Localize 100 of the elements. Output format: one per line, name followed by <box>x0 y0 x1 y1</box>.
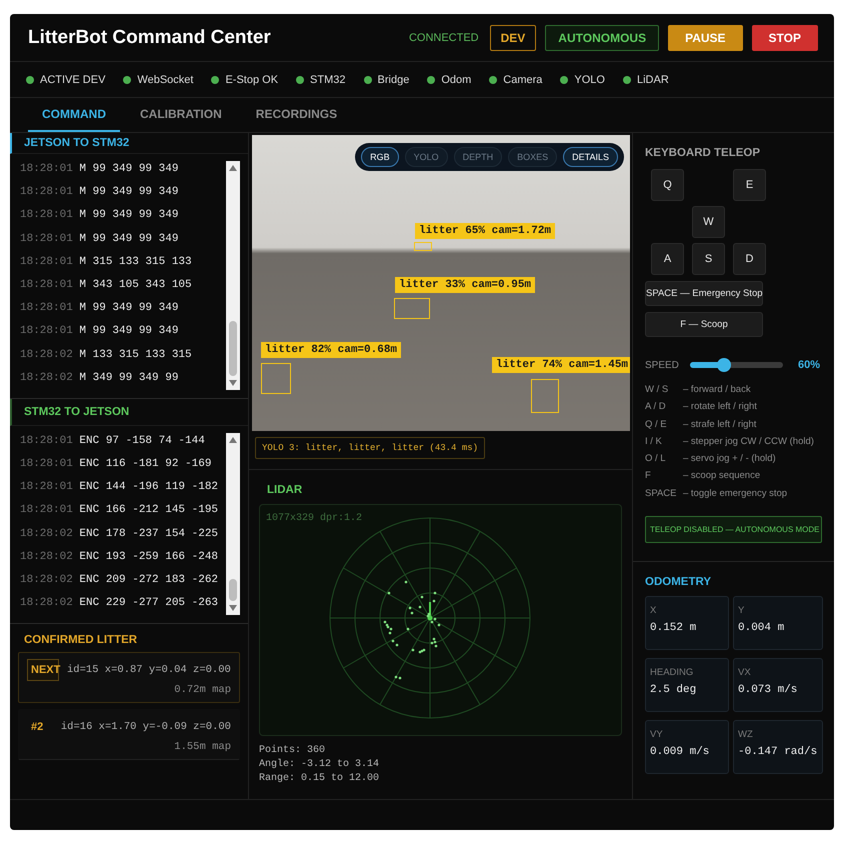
scrollbar[interactable] <box>226 161 240 390</box>
log-line: 18:28:02 M 133 315 133 315 <box>20 348 193 362</box>
litter-distance: 1.55m map <box>173 741 231 754</box>
mode-banner: TELEOP DISABLED — AUTONOMOUS MODE <box>645 516 822 544</box>
scrollbar[interactable] <box>226 432 240 616</box>
help-keys: F <box>645 467 683 485</box>
card-label: WZ <box>738 729 754 740</box>
card-label: VX <box>738 667 752 678</box>
help-keys: I / K <box>645 432 683 450</box>
key-button[interactable]: D <box>733 243 766 275</box>
view-mode-button[interactable]: YOLO <box>404 147 448 167</box>
help-action: – strafe left / right <box>683 418 756 432</box>
view-mode-button[interactable]: RGB <box>361 147 399 167</box>
section-title: CONFIRMED LITTER <box>23 633 138 648</box>
status-label: Odom <box>441 74 472 86</box>
status-label: STM32 <box>310 74 346 86</box>
slider-thumb[interactable] <box>717 358 732 372</box>
help-keys: A / D <box>645 398 683 416</box>
log-line: 18:28:02 M 349 99 349 99 <box>20 370 180 386</box>
log-line: 18:28:01 M 99 349 99 349 <box>20 162 180 177</box>
key-button[interactable]: W <box>692 206 725 238</box>
card-value: 0.073 m/s <box>738 684 798 696</box>
tab[interactable]: RECORDINGS <box>242 98 352 132</box>
key-button[interactable]: S <box>692 243 725 275</box>
section-title: LIDAR <box>266 483 304 498</box>
detection-box <box>394 298 430 319</box>
scrollbar-thumb[interactable] <box>229 579 237 602</box>
log-line: 18:28:01 M 99 349 99 349 <box>20 208 180 224</box>
card-value: 2.5 deg <box>650 684 698 696</box>
view-mode-button[interactable]: DETAILS <box>563 147 618 167</box>
view-mode-button[interactable]: DEPTH <box>454 147 502 167</box>
status-label: LiDAR <box>636 74 669 86</box>
log-line: 18:28:01 ENC 116 -181 92 -169 <box>20 457 212 472</box>
lidar-stat: Angle: -3.12 to 3.14 <box>259 758 380 772</box>
log-line: 18:28:01 M 343 105 343 105 <box>20 278 193 293</box>
detection-label: litter 65% cam=1.72m <box>415 223 556 239</box>
tab[interactable]: CALIBRATION <box>126 98 236 132</box>
header-button[interactable]: AUTONOMOUS <box>545 24 660 50</box>
view-mode-button[interactable]: BOXES <box>508 147 558 167</box>
log-line: 18:28:01 M 99 349 99 349 <box>20 301 180 316</box>
log-line: 18:28:01 ENC 144 -196 119 -182 <box>20 480 220 496</box>
help-keys: W / S <box>645 381 683 398</box>
litter-distance: 0.72m map <box>173 684 231 696</box>
help-keys: SPACE <box>645 484 683 502</box>
detection-box <box>531 379 559 413</box>
speed-value: 60% <box>798 359 820 371</box>
canvas-info: 1077x329 dpr:1.2 <box>266 513 362 524</box>
key-button[interactable]: F — Scoop <box>645 312 763 337</box>
log-line: 18:28:02 ENC 178 -237 154 -225 <box>20 526 220 542</box>
litter-coords: id=16 x=1.70 y=-0.09 z=0.00 <box>60 721 231 734</box>
key-button[interactable]: A <box>651 243 684 275</box>
help-action: – rotate left / right <box>683 400 757 414</box>
card-value: -0.147 rad/s <box>738 746 818 758</box>
card-label: HEADING <box>650 667 694 678</box>
app-title: LitterBot Command Center <box>28 26 271 48</box>
help-action: – toggle emergency stop <box>683 486 788 501</box>
key-button[interactable]: E <box>733 169 766 201</box>
tab[interactable]: COMMAND <box>28 98 120 132</box>
connection-status: CONNECTED <box>408 32 479 44</box>
log-line: 18:28:02 ENC 193 -259 166 -248 <box>20 550 220 565</box>
key-button[interactable]: Q <box>651 169 684 201</box>
detection-box <box>261 363 291 394</box>
section-title: JETSON TO STM32 <box>10 133 248 154</box>
status-label: Camera <box>503 74 542 86</box>
log-line: 18:28:02 ENC 209 -272 183 -262 <box>20 573 220 588</box>
litter-item[interactable]: #2 id=16 x=1.70 y=-0.09 z=0.00 1.55m map <box>18 709 240 760</box>
log-line: 18:28:01 M 99 349 99 349 <box>20 324 180 340</box>
card-value: 0.009 m/s <box>650 746 710 758</box>
scrollbar-thumb[interactable] <box>229 320 237 376</box>
section-title: STM32 TO JETSON <box>10 398 248 426</box>
help-action: – servo jog + / - (hold) <box>683 452 776 466</box>
log-line: 18:28:01 M 99 349 99 349 <box>20 232 180 247</box>
status-label: ACTIVE DEV <box>40 74 106 86</box>
help-action: – scoop sequence <box>683 469 760 484</box>
rank-badge: NEXT <box>27 659 59 682</box>
status-label: YOLO <box>574 74 605 86</box>
log-line: 18:28:01 M 315 133 315 133 <box>20 254 193 270</box>
lidar-stat: Range: 0.15 to 12.00 <box>259 772 380 786</box>
help-action: – stepper jog CW / CCW (hold) <box>683 434 814 449</box>
card-value: 0.152 m <box>650 622 698 634</box>
card-label: Y <box>738 605 746 616</box>
log-line: 18:28:01 ENC 97 -158 74 -144 <box>20 434 206 449</box>
key-button[interactable]: SPACE — Emergency Stop <box>645 281 763 306</box>
log-line: 18:28:02 ENC 229 -277 205 -263 <box>20 596 220 612</box>
header-button[interactable]: STOP <box>752 24 818 50</box>
litter-coords: id=15 x=0.87 y=0.04 z=0.00 <box>67 664 231 676</box>
detection-label: litter 82% cam=0.68m <box>261 342 402 358</box>
card-label: X <box>650 605 658 616</box>
detection-box <box>414 242 432 251</box>
speed-label: SPEED <box>645 360 680 370</box>
lidar-stat: Points: 360 <box>259 744 326 758</box>
log-line: 18:28:01 ENC 166 -212 145 -195 <box>20 503 220 518</box>
help-action: – forward / back <box>683 383 751 397</box>
litter-item[interactable]: NEXT id=15 x=0.87 y=0.04 z=0.00 0.72m map <box>18 652 240 704</box>
section-title: ODOMETRY <box>645 576 712 590</box>
status-label: E-Stop OK <box>225 74 278 86</box>
header-button[interactable]: DEV <box>490 24 536 50</box>
yolo-summary: YOLO 3: litter, litter, litter (43.4 ms) <box>255 437 486 459</box>
card-value: 0.004 m <box>738 622 786 634</box>
card-label: VY <box>650 729 664 740</box>
